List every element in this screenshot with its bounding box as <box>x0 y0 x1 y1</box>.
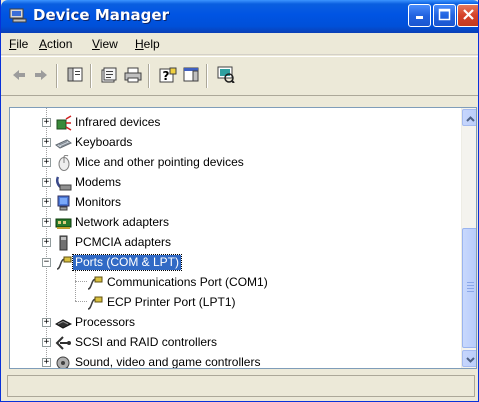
tree-item-modems[interactable]: + Modems <box>10 173 460 193</box>
toolbar-separator <box>206 64 208 88</box>
tree-item-label: Mice and other pointing devices <box>75 155 244 169</box>
expand-toggle[interactable]: + <box>42 218 51 227</box>
properties-icon <box>100 67 118 86</box>
scroll-up-button[interactable] <box>462 109 476 126</box>
menu-view[interactable]: View <box>92 37 118 51</box>
modem-icon <box>55 175 72 191</box>
tree-item-label: ECP Printer Port (LPT1) <box>107 295 236 309</box>
tree-item-lpt1[interactable]: ECP Printer Port (LPT1) <box>10 293 460 313</box>
back-button[interactable] <box>9 66 29 86</box>
tree-item-keyboards[interactable]: + Keyboards <box>10 133 460 153</box>
network-adapter-icon <box>55 215 72 231</box>
infrared-icon <box>55 115 72 131</box>
port-icon <box>86 295 103 311</box>
pcmcia-icon <box>55 235 72 251</box>
window-title: Device Manager <box>33 6 169 24</box>
toolbar: ? <box>1 56 478 96</box>
tree-item-label: Processors <box>75 315 136 329</box>
tree-item-pcmcia-adapters[interactable]: + PCMCIA adapters <box>10 233 460 253</box>
collapse-toggle[interactable]: − <box>42 258 51 267</box>
tree-item-monitors[interactable]: + Monitors <box>10 193 460 213</box>
expand-toggle[interactable]: + <box>42 238 51 247</box>
device-manager-icon <box>9 7 27 23</box>
tree-item-processors[interactable]: + Processors <box>10 313 460 333</box>
expand-toggle[interactable]: + <box>42 178 51 187</box>
tree-item-label: Communications Port (COM1) <box>107 275 268 289</box>
print-icon <box>124 67 142 86</box>
scan-hardware-icon <box>217 66 235 86</box>
tree-item-label: Network adapters <box>75 215 170 229</box>
tree-item-scsi-raid[interactable]: + SCSI and RAID controllers <box>10 333 460 353</box>
minimize-icon <box>414 8 426 23</box>
show-hide-action-pane-icon <box>183 67 199 85</box>
help-icon: ? <box>159 67 177 86</box>
forward-button[interactable] <box>31 66 51 86</box>
chevron-up-icon <box>465 111 475 125</box>
mouse-icon <box>55 154 72 171</box>
keyboard-icon <box>55 135 72 151</box>
close-icon <box>462 8 475 24</box>
tree-item-label: PCMCIA adapters <box>75 235 172 249</box>
chevron-down-icon <box>465 352 475 366</box>
forward-icon <box>33 68 49 85</box>
grip-line <box>467 288 474 289</box>
menu-bar: File Action View Help <box>1 33 478 55</box>
maximize-icon <box>438 8 451 24</box>
tree-item-ports[interactable]: − Ports (COM & LPT) <box>10 253 460 273</box>
tree-item-label: Keyboards <box>75 135 133 149</box>
status-bar <box>7 375 475 397</box>
back-icon <box>11 68 27 85</box>
expand-toggle[interactable]: + <box>42 198 51 207</box>
sound-icon <box>55 355 72 368</box>
vertical-scrollbar[interactable] <box>461 108 476 368</box>
toolbar-separator <box>56 64 58 88</box>
grip-line <box>467 291 474 292</box>
tree-item-label: Monitors <box>75 195 122 209</box>
scsi-icon <box>55 335 72 351</box>
tree-item-network-adapters[interactable]: + Network adapters <box>10 213 460 233</box>
expand-toggle[interactable]: + <box>42 158 51 167</box>
scroll-thumb[interactable] <box>462 228 476 348</box>
print-button[interactable] <box>123 66 143 86</box>
properties-button[interactable] <box>99 66 119 86</box>
processor-icon <box>54 315 73 331</box>
toolbar-separator <box>90 64 92 88</box>
tree-item-label: Modems <box>75 175 122 189</box>
expand-toggle[interactable]: + <box>42 118 51 127</box>
expand-toggle[interactable]: + <box>42 338 51 347</box>
tree-item-com1[interactable]: Communications Port (COM1) <box>10 273 460 293</box>
port-icon <box>55 255 72 271</box>
tree-item-label: SCSI and RAID controllers <box>75 335 218 349</box>
port-icon <box>86 275 103 291</box>
monitor-icon <box>55 195 72 211</box>
tree-item-infrared-devices[interactable]: + Infrared devices <box>10 113 460 133</box>
tree-item-label: Infrared devices <box>75 115 161 129</box>
tree-item-label: Ports (COM & LPT) <box>71 254 183 271</box>
toolbar-separator <box>148 64 150 88</box>
menu-action[interactable]: Action <box>39 37 72 51</box>
device-manager-window: Device Manager File Action View Help ? +… <box>0 0 479 402</box>
scroll-down-button[interactable] <box>462 350 476 367</box>
show-hide-console-tree-icon <box>67 67 83 85</box>
title-bar[interactable]: Device Manager <box>1 0 478 33</box>
close-button[interactable] <box>457 4 478 27</box>
tree-item-mice[interactable]: + Mice and other pointing devices <box>10 153 460 173</box>
help-button[interactable]: ? <box>158 66 178 86</box>
scan-hardware-button[interactable] <box>216 66 236 86</box>
menu-help[interactable]: Help <box>135 37 160 51</box>
expand-toggle[interactable]: + <box>42 138 51 147</box>
tree-item-label: Sound, video and game controllers <box>75 355 261 369</box>
grip-line <box>467 285 474 286</box>
minimize-button[interactable] <box>408 4 431 27</box>
svg-text:?: ? <box>163 69 170 83</box>
show-hide-console-tree-button[interactable] <box>65 66 85 86</box>
expand-toggle[interactable]: + <box>42 318 51 327</box>
device-tree[interactable]: + Infrared devices + Keyboards + Mice an… <box>9 107 477 369</box>
menu-file[interactable]: File <box>9 37 28 51</box>
tree-item-sound-video-game[interactable]: + Sound, video and game controllers <box>10 353 460 369</box>
maximize-button[interactable] <box>433 4 456 27</box>
expand-toggle[interactable]: + <box>42 358 51 367</box>
grip-line <box>467 282 474 283</box>
show-hide-action-pane-button[interactable] <box>181 66 201 86</box>
